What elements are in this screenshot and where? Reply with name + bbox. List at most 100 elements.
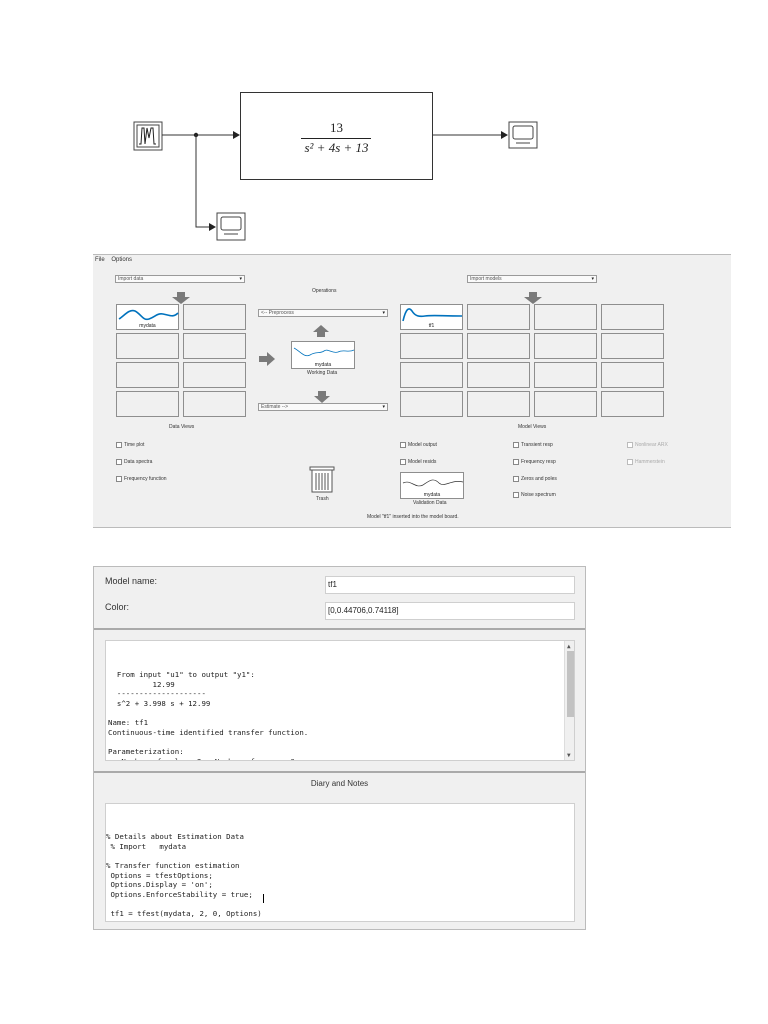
status-message: Model "tf1" inserted into the model boar… — [367, 514, 459, 520]
import-models-dropdown[interactable]: Import models ▾ — [467, 275, 597, 283]
chevron-down-icon: ▾ — [591, 276, 594, 282]
system-identification-app: File Options Import data ▾ Import models… — [93, 254, 731, 528]
diary-notes-editor[interactable]: % Details about Estimation Data % Import… — [105, 803, 575, 922]
data-slot-8[interactable] — [183, 391, 246, 417]
checkbox-model-output[interactable]: Model output — [400, 442, 437, 448]
menu-bar: File Options — [93, 257, 135, 263]
arrow-up-icon — [313, 325, 329, 337]
scrollbar-thumb[interactable] — [567, 651, 574, 717]
estimate-label: Estimate --> — [261, 404, 289, 410]
chevron-down-icon: ▾ — [239, 276, 242, 282]
divider — [94, 771, 585, 773]
preprocess-dropdown[interactable]: <-- Preprocess ▾ — [258, 309, 388, 317]
scope-block-output[interactable] — [508, 121, 538, 149]
wire-branch — [195, 135, 209, 228]
working-data-thumbnail — [293, 347, 355, 357]
model-slot-1[interactable]: tf1 — [400, 304, 463, 330]
data-slot-2[interactable] — [183, 304, 246, 330]
checkbox-frequency-resp[interactable]: Frequency resp — [513, 459, 556, 465]
text-cursor — [263, 894, 264, 903]
trash-icon[interactable] — [309, 466, 335, 493]
data-thumbnail — [118, 309, 179, 321]
import-models-label: Import models — [470, 276, 502, 282]
checkbox-nonlinear-arx[interactable]: Nonlinear ARX — [627, 442, 668, 448]
model-slot-7[interactable] — [534, 333, 597, 359]
model-views-label: Model Views — [518, 424, 547, 430]
model-slot-6[interactable] — [467, 333, 530, 359]
model-slot-2[interactable] — [467, 304, 530, 330]
model-slot-11[interactable] — [534, 362, 597, 388]
diary-content: % Details about Estimation Data % Import… — [106, 832, 262, 918]
model-slot-15[interactable] — [534, 391, 597, 417]
checkbox-zeros-and-poles[interactable]: Zeros and poles — [513, 476, 557, 482]
operations-title: Operations — [312, 288, 337, 294]
trash-label: Trash — [316, 496, 329, 502]
tf-fraction-bar — [301, 138, 371, 139]
checkbox-transient-resp[interactable]: Transient resp — [513, 442, 553, 448]
arrow-down-icon — [172, 292, 190, 304]
data-slot-label: mydata — [139, 323, 156, 329]
model-name-label: Model name: — [105, 576, 158, 586]
tf-numerator: 13 — [330, 120, 343, 135]
model-slot-4[interactable] — [601, 304, 664, 330]
menu-options[interactable]: Options — [111, 257, 132, 263]
model-properties-panel: Model name: tf1 Color: [0,0.44706,0.7411… — [93, 566, 586, 930]
model-slot-3[interactable] — [534, 304, 597, 330]
data-slot-3[interactable] — [116, 333, 179, 359]
checkbox-noise-spectrum[interactable]: Noise spectrum — [513, 492, 556, 498]
checkbox-hammerstein[interactable]: Hammerstein — [627, 459, 665, 465]
model-thumbnail — [402, 308, 463, 322]
working-data-slot[interactable]: mydata — [291, 341, 355, 369]
arrow-down-icon — [524, 292, 542, 304]
model-slot-13[interactable] — [400, 391, 463, 417]
model-info-text[interactable]: From input "u1" to output "y1": 12.99 --… — [105, 640, 575, 761]
model-slot-12[interactable] — [601, 362, 664, 388]
scroll-down-icon[interactable]: ▼ — [567, 751, 571, 760]
color-label: Color: — [105, 602, 130, 612]
checkbox-model-resids[interactable]: Model resids — [400, 459, 436, 465]
data-slot-4[interactable] — [183, 333, 246, 359]
working-data-name: mydata — [314, 362, 332, 368]
model-slot-10[interactable] — [467, 362, 530, 388]
color-field[interactable]: [0,0.44706,0.74118] — [325, 602, 575, 620]
import-data-label: Import data — [118, 276, 144, 282]
transfer-function-block[interactable]: 13 s² + 4s + 13 — [240, 92, 433, 180]
data-slot-1[interactable]: mydata — [116, 304, 179, 330]
arrow-out — [501, 131, 508, 139]
chevron-down-icon: ▾ — [382, 404, 385, 410]
model-info-content: From input "u1" to output "y1": 12.99 --… — [108, 670, 309, 760]
validation-data-name: mydata — [423, 492, 441, 498]
validation-thumbnail — [402, 479, 464, 487]
checkbox-data-spectra[interactable]: Data spectra — [116, 459, 152, 465]
preprocess-label: <-- Preprocess — [261, 310, 294, 316]
data-views-label: Data Views — [169, 424, 195, 430]
model-slot-8[interactable] — [601, 333, 664, 359]
arrow-right-icon — [259, 352, 275, 366]
model-name-field[interactable]: tf1 — [325, 576, 575, 594]
signal-generator-block[interactable] — [133, 121, 163, 151]
chevron-down-icon: ▾ — [382, 310, 385, 316]
checkbox-time-plot[interactable]: Time plot — [116, 442, 144, 448]
arrow-down-icon — [314, 391, 330, 403]
working-data-label: Working Data — [307, 370, 338, 376]
validation-data-label: Validation Data — [413, 500, 447, 506]
checkbox-frequency-function[interactable]: Frequency function — [116, 476, 167, 482]
model-slot-5[interactable] — [400, 333, 463, 359]
model-slot-9[interactable] — [400, 362, 463, 388]
diary-title: Diary and Notes — [310, 779, 369, 788]
scope-block-input[interactable] — [216, 212, 246, 241]
data-slot-6[interactable] — [183, 362, 246, 388]
simulink-diagram: 13 s² + 4s + 13 — [93, 86, 577, 244]
model-slot-16[interactable] — [601, 391, 664, 417]
divider — [94, 628, 585, 630]
data-slot-5[interactable] — [116, 362, 179, 388]
scrollbar[interactable]: ▲ ▼ — [564, 641, 574, 760]
arrow-1 — [233, 131, 240, 139]
model-slot-14[interactable] — [467, 391, 530, 417]
data-slot-7[interactable] — [116, 391, 179, 417]
menu-file[interactable]: File — [95, 257, 105, 263]
import-data-dropdown[interactable]: Import data ▾ — [115, 275, 245, 283]
arrow-branch — [209, 223, 216, 231]
validation-data-slot[interactable]: mydata — [400, 472, 464, 499]
estimate-dropdown[interactable]: Estimate --> ▾ — [258, 403, 388, 411]
